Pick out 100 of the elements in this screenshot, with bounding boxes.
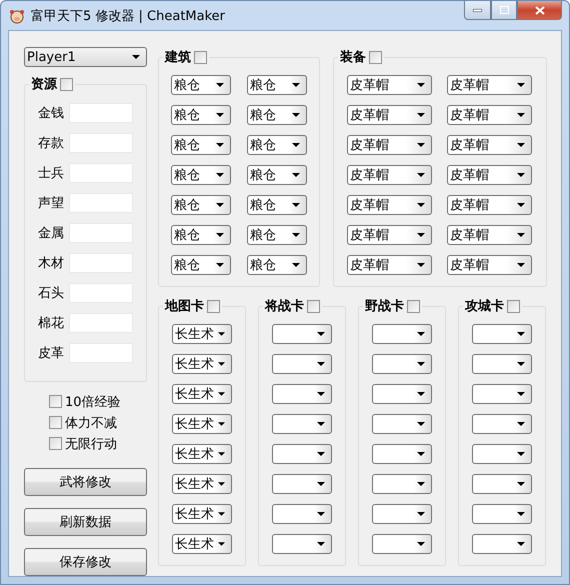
dropdown-arrow-icon: [417, 362, 425, 366]
checkbox[interactable]: [207, 300, 220, 312]
dropdown-arrow-icon: [417, 482, 425, 486]
combo-box[interactable]: [372, 474, 432, 494]
checkbox[interactable]: [49, 395, 62, 408]
combo-box[interactable]: [272, 414, 332, 434]
combo-box[interactable]: 粮仓: [247, 225, 307, 245]
combo-box[interactable]: 粮仓: [171, 105, 231, 125]
input-field[interactable]: [69, 103, 133, 123]
input-field[interactable]: [69, 283, 133, 303]
checkbox[interactable]: [194, 50, 207, 64]
dropdown-arrow-icon: [417, 263, 425, 267]
combo-box[interactable]: 长生术: [172, 504, 232, 524]
combo-box[interactable]: 长生术: [172, 414, 232, 434]
dropdown-arrow-icon: [216, 203, 224, 207]
combo-box[interactable]: 粮仓: [171, 75, 231, 95]
dropdown-arrow-icon: [517, 362, 525, 366]
combo-box[interactable]: [372, 384, 432, 404]
combo-box[interactable]: [472, 534, 532, 554]
combo-box[interactable]: [372, 534, 432, 554]
combo-box[interactable]: 皮革帽: [347, 225, 432, 245]
combo-box[interactable]: 皮革帽: [347, 195, 432, 215]
combo-box[interactable]: [372, 414, 432, 434]
combo-box[interactable]: 皮革帽: [447, 135, 532, 155]
field-label: 声望: [38, 195, 65, 212]
action-button[interactable]: 刷新数据: [24, 508, 147, 536]
combo-box[interactable]: [472, 504, 532, 524]
combo-box[interactable]: 粮仓: [247, 255, 307, 275]
dropdown-arrow-icon: [517, 83, 525, 87]
combo-box[interactable]: 粮仓: [171, 165, 231, 185]
checkbox[interactable]: [60, 78, 73, 90]
combo-box[interactable]: 粮仓: [247, 75, 307, 95]
checkbox[interactable]: [369, 50, 382, 64]
combo-box[interactable]: 长生术: [172, 444, 232, 464]
combo-box[interactable]: 长生术: [172, 354, 232, 374]
combo-box[interactable]: 长生术: [172, 474, 232, 494]
combo-box[interactable]: 粮仓: [171, 255, 231, 275]
checkbox[interactable]: [407, 300, 420, 312]
group-title: 装备: [340, 49, 366, 66]
combo-box[interactable]: [472, 384, 532, 404]
minimize-button[interactable]: [464, 1, 491, 20]
combo-box[interactable]: [372, 444, 432, 464]
player-select[interactable]: Player1: [24, 47, 147, 67]
combo-box[interactable]: [272, 444, 332, 464]
field-label: 金钱: [38, 105, 65, 122]
combo-box[interactable]: [272, 354, 332, 374]
combo-box[interactable]: [272, 474, 332, 494]
input-field[interactable]: [69, 223, 133, 243]
combo-box[interactable]: [272, 384, 332, 404]
combo-box[interactable]: 粮仓: [247, 135, 307, 155]
combo-box[interactable]: 皮革帽: [347, 105, 432, 125]
combo-box[interactable]: 长生术: [172, 534, 232, 554]
dropdown-arrow-icon: [317, 422, 325, 426]
combo-box[interactable]: [372, 324, 432, 344]
close-button[interactable]: [517, 1, 562, 20]
combo-box[interactable]: [472, 354, 532, 374]
dropdown-arrow-icon: [417, 203, 425, 207]
input-field[interactable]: [69, 343, 133, 363]
combo-box[interactable]: 皮革帽: [447, 165, 532, 185]
combo-box[interactable]: [472, 444, 532, 464]
combo-box[interactable]: 粮仓: [247, 165, 307, 185]
combo-box[interactable]: 皮革帽: [447, 255, 532, 275]
combo-box[interactable]: 粮仓: [247, 195, 307, 215]
input-field[interactable]: [69, 253, 133, 273]
combo-box[interactable]: 皮革帽: [447, 105, 532, 125]
combo-box[interactable]: 皮革帽: [347, 135, 432, 155]
combo-box[interactable]: 皮革帽: [347, 75, 432, 95]
checkbox[interactable]: [49, 437, 62, 450]
checkbox[interactable]: [49, 416, 62, 429]
combo-box[interactable]: [372, 504, 432, 524]
combo-box[interactable]: [272, 504, 332, 524]
combo-box[interactable]: [472, 324, 532, 344]
dropdown-arrow-icon: [216, 173, 224, 177]
window-title: 富甲天下5 修改器 | CheatMaker: [31, 8, 226, 24]
input-field[interactable]: [69, 163, 133, 183]
combo-box[interactable]: 皮革帽: [347, 165, 432, 185]
maximize-button[interactable]: [491, 1, 517, 20]
checkbox[interactable]: [307, 300, 320, 312]
combo-box[interactable]: 皮革帽: [447, 75, 532, 95]
combo-box[interactable]: [372, 354, 432, 374]
combo-box[interactable]: [472, 474, 532, 494]
input-field[interactable]: [69, 133, 133, 153]
combo-box[interactable]: 长生术: [172, 324, 232, 344]
group-title: 将战卡: [265, 298, 304, 315]
combo-box[interactable]: 皮革帽: [447, 225, 532, 245]
input-field[interactable]: [69, 193, 133, 213]
combo-box[interactable]: 粮仓: [247, 105, 307, 125]
combo-box[interactable]: [472, 414, 532, 434]
action-button[interactable]: 武将修改: [24, 468, 147, 496]
action-button[interactable]: 保存修改: [24, 548, 147, 576]
combo-box[interactable]: [272, 324, 332, 344]
checkbox[interactable]: [507, 300, 520, 312]
combo-box[interactable]: 粮仓: [171, 135, 231, 155]
combo-box[interactable]: 长生术: [172, 384, 232, 404]
combo-box[interactable]: 粮仓: [171, 195, 231, 215]
combo-box[interactable]: 皮革帽: [347, 255, 432, 275]
combo-box[interactable]: 粮仓: [171, 225, 231, 245]
input-field[interactable]: [69, 313, 133, 333]
combo-box[interactable]: 皮革帽: [447, 195, 532, 215]
combo-box[interactable]: [272, 534, 332, 554]
